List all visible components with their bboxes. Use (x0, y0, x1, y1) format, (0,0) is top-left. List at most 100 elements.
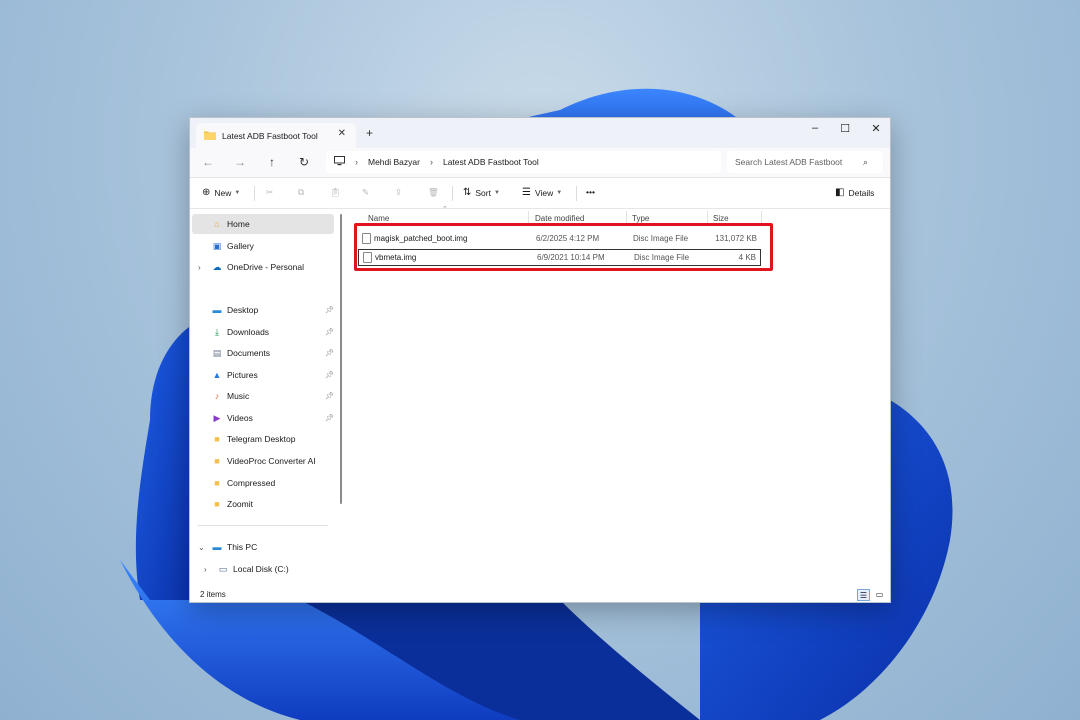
computer-icon: ▬ (212, 542, 222, 552)
pin-icon[interactable]: 📌︎ (325, 306, 334, 314)
item-count: 2 items (200, 590, 226, 599)
details-button-label: Details (848, 187, 875, 198)
column-divider[interactable] (528, 211, 529, 225)
divider (254, 186, 255, 201)
sidebar-item-pictures[interactable]: ▲ Pictures 📌︎ (192, 365, 334, 385)
sidebar-item-label: VideoProc Converter AI (227, 456, 316, 466)
sidebar-item-documents[interactable]: ▤ Documents 📌︎ (192, 343, 334, 363)
minimize-button[interactable]: – (800, 122, 830, 134)
column-divider[interactable] (761, 211, 762, 225)
sidebar-item-telegram-desktop[interactable]: ■ Telegram Desktop (192, 429, 334, 449)
more-options-button[interactable]: ••• (586, 187, 595, 197)
pin-icon[interactable]: 📌︎ (325, 349, 334, 357)
column-divider[interactable] (626, 211, 627, 225)
folder-icon: ■ (214, 478, 220, 488)
sidebar-item-compressed[interactable]: ■ Compressed (192, 473, 334, 493)
paste-icon[interactable]: 📋︎ (330, 187, 341, 198)
up-arrow-icon[interactable]: ↑ (264, 155, 280, 169)
column-header-type[interactable]: Type (632, 214, 649, 223)
pin-icon[interactable]: 📌︎ (325, 328, 334, 336)
file-size: 131,072 KB (715, 234, 757, 243)
breadcrumb-item[interactable]: Mehdi Bazyar (368, 157, 420, 167)
file-row[interactable]: vbmeta.img 6/9/2021 10:14 PM Disc Image … (358, 249, 761, 266)
sidebar-item-gallery[interactable]: ▣ Gallery (192, 236, 334, 256)
breadcrumb-item[interactable]: Latest ADB Fastboot Tool (443, 157, 539, 167)
sort-button[interactable]: ⇅ Sort ▼ (463, 187, 500, 198)
sidebar-item-desktop[interactable]: ▬ Desktop 📌︎ (192, 300, 335, 320)
chevron-down-icon: ▼ (234, 189, 241, 196)
sidebar-item-downloads[interactable]: ⤓ Downloads 📌︎ (192, 322, 334, 342)
sidebar-item-home[interactable]: ⌂ Home (192, 214, 334, 234)
tab-current-folder[interactable]: Latest ADB Fastboot Tool ✕ (196, 123, 356, 148)
details-button[interactable]: ◧ Details (835, 187, 874, 198)
new-button[interactable]: ⊕ New ▼ (202, 187, 240, 198)
sidebar-item-videoproc[interactable]: ■ VideoProc Converter AI (192, 451, 334, 471)
address-bar[interactable]: › Mehdi Bazyar › Latest ADB Fastboot Too… (326, 151, 721, 173)
sidebar-item-videos[interactable]: ▶ Videos 📌︎ (192, 408, 334, 428)
new-button-label: New (214, 187, 232, 198)
monitor-icon (334, 156, 345, 168)
copy-icon[interactable]: ⧉ (298, 187, 304, 198)
details-view-icon[interactable]: ☰ (857, 589, 870, 601)
cut-icon[interactable]: ✂ (266, 187, 273, 198)
navigation-pane: ⌂ Home ▣ Gallery › ☁ OneDrive - Personal… (190, 209, 344, 589)
maximize-button[interactable]: ☐ (830, 122, 860, 135)
file-date: 6/2/2025 4:12 PM (536, 234, 600, 243)
chevron-down-icon: ▼ (493, 189, 500, 196)
column-divider[interactable] (707, 211, 708, 225)
drive-icon: ▭ (218, 563, 228, 574)
chevron-right-icon[interactable]: › (198, 263, 201, 272)
disc-image-file-icon (363, 252, 372, 263)
column-header-date[interactable]: Date modified (535, 214, 584, 223)
file-list: ⌃ Name Date modified Type Size magisk_pa… (352, 206, 890, 589)
column-header-size[interactable]: Size (713, 214, 729, 223)
sidebar-item-music[interactable]: ♪ Music 📌︎ (192, 386, 334, 406)
pin-icon[interactable]: 📌︎ (325, 392, 334, 400)
address-row: ← → ↑ ↻ › Mehdi Bazyar › Latest ADB Fast… (190, 148, 890, 178)
chevron-down-icon[interactable]: ⌄ (198, 543, 205, 552)
tab-title: Latest ADB Fastboot Tool (222, 130, 318, 141)
sidebar-item-label: Gallery (227, 241, 254, 251)
column-header-name[interactable]: Name (368, 214, 389, 223)
sidebar-item-label: Desktop (227, 305, 259, 315)
search-input[interactable] (735, 157, 863, 167)
file-size: 4 KB (738, 253, 756, 262)
refresh-icon[interactable]: ↻ (296, 155, 312, 169)
music-icon: ♪ (214, 391, 220, 401)
title-bar: Latest ADB Fastboot Tool ✕ + – ☐ ✕ (190, 118, 890, 148)
back-arrow-icon[interactable]: ← (200, 155, 216, 169)
chevron-right-icon[interactable]: › (204, 565, 207, 574)
gallery-icon: ▣ (212, 240, 222, 251)
sidebar-item-zoomit[interactable]: ■ Zoomit (192, 494, 334, 514)
view-button[interactable]: ☰ View ▼ (522, 187, 562, 198)
sidebar-item-onedrive[interactable]: › ☁ OneDrive - Personal (192, 257, 334, 277)
search-icon[interactable]: ⌕ (863, 157, 868, 168)
new-tab-button[interactable]: + (366, 126, 373, 140)
sidebar-item-label: Telegram Desktop (227, 434, 296, 444)
share-icon[interactable]: ⇪ (395, 187, 402, 198)
pin-icon[interactable]: 📌︎ (325, 414, 334, 422)
tiles-view-icon[interactable]: ▭ (873, 589, 886, 601)
forward-arrow-icon[interactable]: → (232, 155, 248, 169)
delete-icon[interactable]: 🗑︎ (428, 187, 439, 198)
divider (452, 186, 453, 201)
folder-icon (204, 130, 216, 142)
view-button-label: View (534, 187, 554, 198)
file-row[interactable]: magisk_patched_boot.img 6/2/2025 4:12 PM… (358, 230, 761, 247)
rename-icon[interactable]: ✎ (362, 187, 369, 198)
sidebar-scrollbar[interactable] (340, 214, 342, 504)
sidebar-item-label: Downloads (227, 327, 270, 337)
sidebar-item-this-pc[interactable]: ⌄ ▬ This PC (192, 537, 334, 557)
status-bar: 2 items ☰ ▭ (190, 588, 890, 602)
file-date: 6/9/2021 10:14 PM (537, 253, 605, 262)
folder-icon: ■ (214, 456, 220, 466)
command-bar: ⊕ New ▼ ✂ ⧉ 📋︎ ✎ ⇪ 🗑︎ ⇅ Sort ▼ ☰ View ▼ … (190, 178, 890, 209)
close-tab-icon[interactable]: ✕ (338, 128, 346, 139)
sidebar-item-local-disk[interactable]: › ▭ Local Disk (C:) (192, 559, 334, 579)
pin-icon[interactable]: 📌︎ (325, 371, 334, 379)
details-pane-icon: ◧ (835, 187, 845, 198)
videos-icon: ▶ (213, 412, 221, 423)
disc-image-file-icon (362, 233, 371, 244)
close-window-button[interactable]: ✕ (861, 122, 890, 135)
desktop-icon: ▬ (212, 305, 222, 315)
